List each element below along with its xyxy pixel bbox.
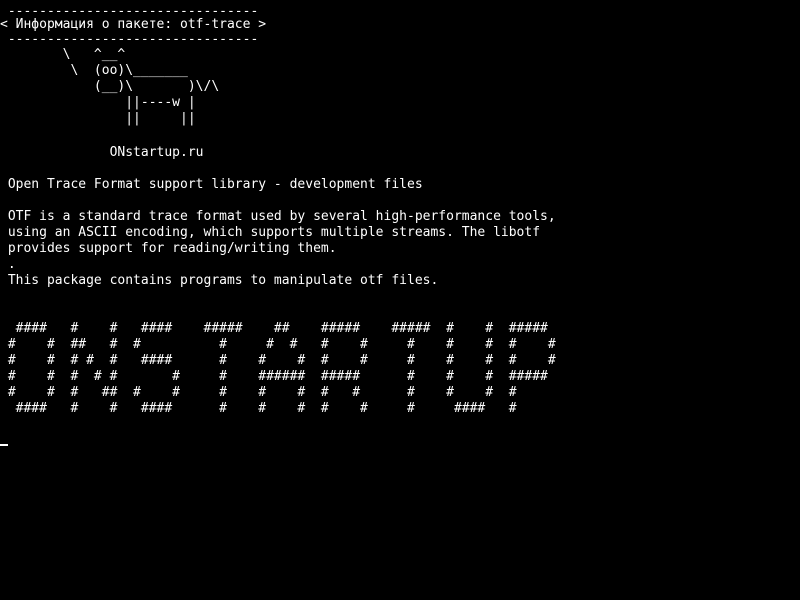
- banner-line: # # ## # # # # # # # # # # # #: [0, 337, 556, 352]
- site-caption: ONstartup.ru: [0, 145, 204, 160]
- description-line: OTF is a standard trace format used by s…: [0, 209, 556, 224]
- package-summary: Open Trace Format support library - deve…: [0, 177, 423, 192]
- description-line: This package contains programs to manipu…: [0, 273, 439, 288]
- cowsay-line: ||----w |: [0, 95, 196, 110]
- banner-line: # # # ## # # # # # # # # # # #: [0, 385, 517, 400]
- banner-line: #### # # #### ##### ## ##### ##### # # #…: [0, 321, 548, 336]
- terminal-screen: -------------------------------- < Инфор…: [0, 0, 800, 600]
- cowsay-line: \ (oo)\_______: [0, 63, 188, 78]
- description-line: .: [0, 257, 16, 272]
- package-info-title: < Информация о пакете: otf-trace >: [0, 17, 267, 32]
- description-line: provides support for reading/writing the…: [0, 241, 337, 256]
- banner-line: #### # # #### # # # # # # #### #: [0, 401, 517, 416]
- banner-line: # # # # # # # ###### ##### # # # #####: [0, 369, 548, 384]
- cowsay-line: (__)\ )\/\: [0, 79, 220, 94]
- banner-line: # # # # # #### # # # # # # # # # #: [0, 353, 556, 368]
- text-cursor[interactable]: [0, 444, 8, 446]
- description-line: using an ASCII encoding, which supports …: [0, 225, 541, 240]
- cowsay-line: || ||: [0, 111, 196, 126]
- cowsay-line: \ ^__^: [0, 47, 126, 62]
- header-rule-bottom: --------------------------------: [0, 32, 259, 47]
